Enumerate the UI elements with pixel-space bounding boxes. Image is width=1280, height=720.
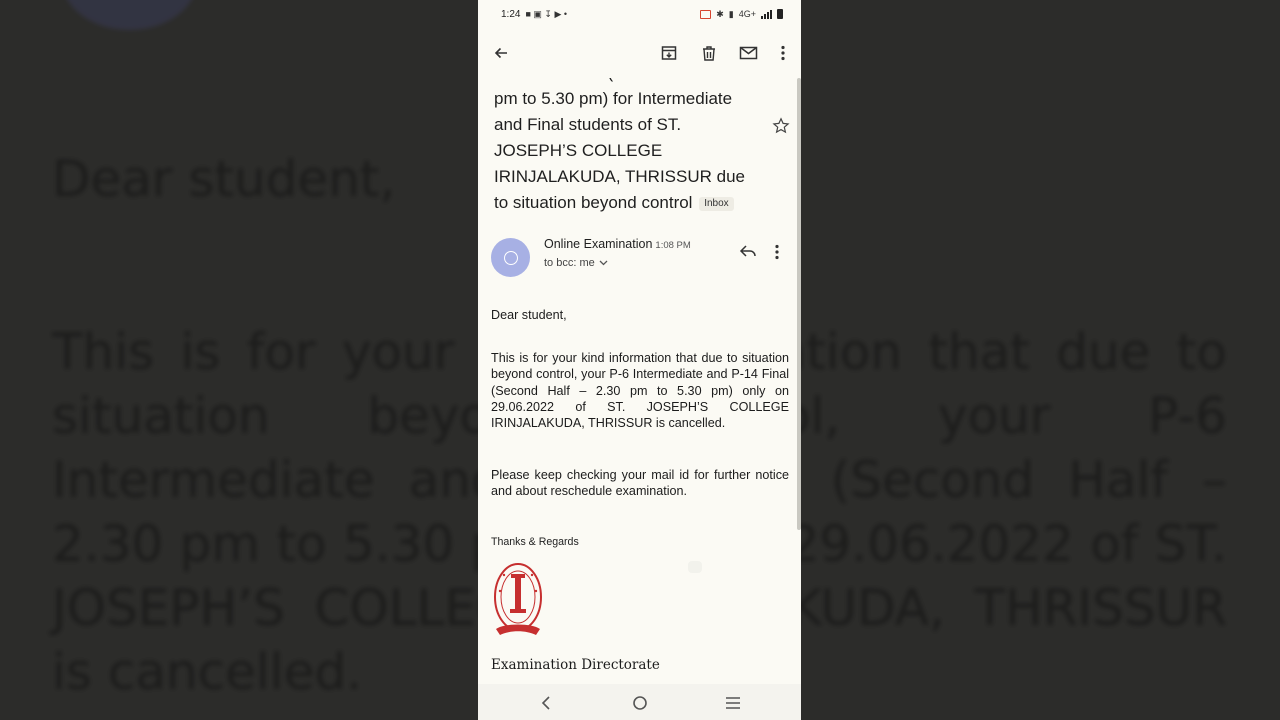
drag-handle	[688, 561, 702, 573]
delete-button[interactable]	[697, 41, 721, 65]
notification-icons: ■ ▣ ↧ ▶ •	[525, 8, 568, 19]
reply-icon	[739, 245, 756, 257]
network-type: 4G+	[738, 9, 756, 19]
archive-button[interactable]	[657, 41, 681, 65]
email-greeting: Dear student,	[491, 308, 567, 322]
vibrate-icon: ▮	[728, 8, 734, 19]
email-content[interactable]: on 29.06.2022 (Second Half – 2.30 pm to …	[478, 78, 801, 684]
home-circle-icon	[633, 696, 647, 710]
battery-icon	[777, 9, 783, 19]
arrow-left-icon	[494, 47, 507, 59]
signal-icon	[761, 9, 772, 19]
mail-icon	[739, 46, 757, 60]
subject-text: on 29.06.2022 (Second Half – 2.30 pm to …	[494, 78, 758, 212]
email-signature: Examination Directorate	[491, 657, 660, 673]
avatar-letter	[503, 250, 518, 265]
chevron-left-icon	[541, 696, 550, 710]
mark-unread-button[interactable]	[736, 41, 760, 65]
back-button[interactable]	[489, 41, 513, 65]
scrollbar[interactable]	[797, 78, 801, 530]
reply-button[interactable]	[739, 244, 759, 264]
email-paragraph-2: Please keep checking your mail id for fu…	[491, 468, 789, 499]
sender-line: Online Examination 1:08 PM	[544, 237, 691, 251]
email-toolbar	[478, 30, 801, 76]
trash-icon	[703, 46, 715, 61]
nav-home-button[interactable]	[629, 692, 651, 714]
cast-icon	[700, 9, 712, 19]
bluetooth-icon: ✱	[716, 8, 724, 19]
institute-seal-logo	[494, 563, 542, 635]
inbox-label[interactable]: Inbox	[699, 197, 734, 211]
email-paragraph-1: This is for your kind information that d…	[491, 351, 789, 431]
email-regards: Thanks & Regards	[491, 536, 579, 548]
more-options-button[interactable]	[771, 41, 795, 65]
status-bar: 1:24 ■ ▣ ↧ ▶ • ✱ ▮ 4G+	[478, 0, 801, 28]
nav-recents-button[interactable]	[722, 692, 744, 714]
menu-lines-icon	[726, 697, 740, 709]
email-time: 1:08 PM	[655, 240, 691, 251]
more-vert-icon	[775, 244, 779, 260]
status-time: 1:24	[501, 8, 521, 20]
sender-avatar[interactable]	[491, 238, 530, 277]
star-icon	[772, 117, 790, 134]
message-more-button[interactable]	[774, 244, 792, 264]
nav-back-button[interactable]	[535, 692, 557, 714]
email-subject: on 29.06.2022 (Second Half – 2.30 pm to …	[494, 78, 762, 216]
more-vert-icon	[781, 45, 785, 61]
recipient-text: to bcc: me	[544, 257, 595, 269]
sender-name: Online Examination	[544, 237, 653, 251]
recipient-details-toggle[interactable]: to bcc: me	[544, 257, 608, 269]
star-button[interactable]	[772, 117, 792, 137]
archive-icon	[661, 46, 677, 60]
system-nav-bar	[478, 684, 801, 720]
chevron-down-icon	[599, 260, 608, 266]
phone-screen: 1:24 ■ ▣ ↧ ▶ • ✱ ▮ 4G+ pm to 5.30 pm) fo…	[478, 0, 801, 720]
